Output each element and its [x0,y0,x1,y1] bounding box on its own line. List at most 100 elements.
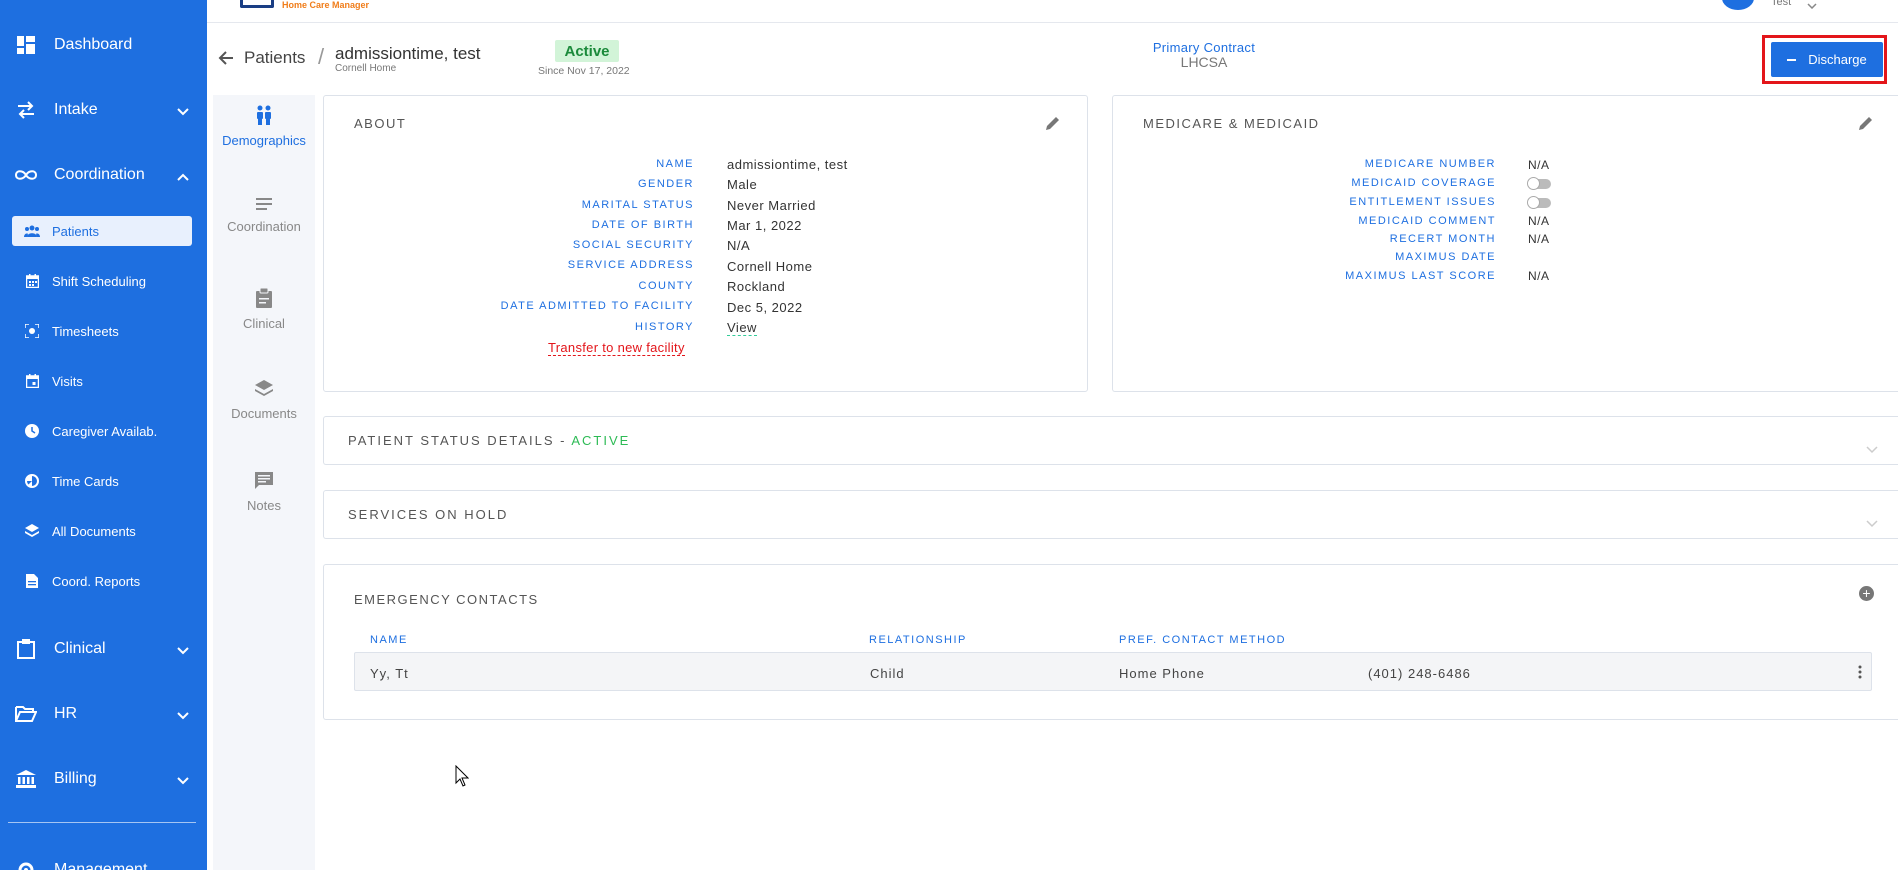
patient-status-title-text: PATIENT STATUS DETAILS - [348,433,572,448]
chevron-down-icon[interactable] [1807,0,1817,14]
chevron-down-icon[interactable] [1866,515,1878,533]
patient-status-title: PATIENT STATUS DETAILS - ACTIVE [348,433,630,448]
emergency-contacts-title: EMERGENCY CONTACTS [354,592,539,607]
about-value-county: Rockland [727,279,786,294]
sidebar-item-billing[interactable]: Billing [0,755,207,803]
about-value-ssn: N/A [727,238,751,253]
about-value-name: admissiontime, test [727,157,848,172]
sidebar-item-patients[interactable]: Patients [12,216,192,246]
chevron-down-icon [177,103,189,121]
medicare-title: MEDICARE & MEDICAID [1143,116,1320,131]
sidebar-item-management[interactable]: Management [0,846,207,870]
mouse-cursor-icon [455,764,470,792]
tab-coordination[interactable]: Coordination [213,197,315,267]
calendar-check-icon [24,373,40,389]
timesheet-icon [24,323,40,339]
contact-method: Home Phone [1119,666,1205,681]
about-label-marital-status: MARITAL STATUS [581,199,694,211]
sidebar-item-timesheets[interactable]: Timesheets [12,316,192,346]
medicare-value-number: N/A [1528,158,1550,172]
sidebar-subitem-label: Patients [52,223,99,239]
calendar-icon [24,273,40,289]
sidebar-subitem-label: Coord. Reports [52,573,141,589]
more-options-icon[interactable] [1858,665,1862,684]
edit-icon[interactable] [1858,115,1874,136]
chevron-up-icon [177,168,189,186]
sidebar-item-label: Billing [54,770,97,787]
medicare-label-maximus-date: MAXIMUS DATE [1395,251,1496,263]
medicare-label-number: MEDICARE NUMBER [1364,158,1496,170]
comment-icon [213,472,315,490]
about-label-county: COUNTY [638,280,694,292]
sidebar-item-clinical[interactable]: Clinical [0,625,207,673]
tab-clinical[interactable]: Clinical [213,288,315,358]
sidebar-subitem-label: Visits [52,373,83,389]
tab-label: Coordination [227,219,301,234]
logo-text: Home Care Manager [282,0,370,10]
about-value-service-address: Cornell Home [727,259,813,274]
sidebar-item-label: Clinical [54,640,106,657]
about-value-dob: Mar 1, 2022 [727,218,802,233]
sidebar-item-hr[interactable]: HR [0,690,207,738]
sidebar-item-shift-scheduling[interactable]: Shift Scheduling [12,266,192,296]
tab-notes[interactable]: Notes [213,472,315,542]
breadcrumb-patients[interactable]: Patients [244,48,305,68]
tab-label: Demographics [222,133,306,148]
logo-monitor-icon [240,0,274,8]
list-icon [213,197,315,211]
sidebar-item-dashboard[interactable]: Dashboard [0,21,207,69]
about-label-history: HISTORY [635,321,694,333]
discharge-button[interactable]: Discharge [1771,42,1883,77]
medicare-label-medicaid-comment: MEDICAID COMMENT [1358,215,1496,227]
column-header-name: NAME [370,634,408,646]
add-contact-icon[interactable]: + [1859,586,1874,601]
sidebar-item-visits[interactable]: Visits [12,366,192,396]
contact-name: Yy, Tt [370,666,409,681]
bank-icon [14,767,38,791]
column-header-relationship: RELATIONSHIP [869,634,967,646]
medicare-value-medicaid-comment: N/A [1528,214,1550,228]
chevron-down-icon [177,707,189,725]
chevron-down-icon[interactable] [1866,441,1878,459]
about-label-dob: DATE OF BIRTH [591,219,694,231]
discharge-label: Discharge [1808,52,1867,67]
sidebar-divider [8,822,196,823]
contact-relationship: Child [870,666,905,681]
entitlement-issues-toggle[interactable] [1527,196,1551,209]
clipboard-icon [213,288,315,308]
avatar[interactable] [1722,0,1754,10]
people-icon [24,223,40,239]
about-value-date-admitted: Dec 5, 2022 [727,300,803,315]
transfer-facility-link[interactable]: Transfer to new facility [548,340,685,356]
sidebar-subitem-label: Shift Scheduling [52,273,146,289]
sidebar-item-coord-reports[interactable]: Coord. Reports [12,566,192,596]
tab-demographics[interactable]: Demographics [213,105,315,175]
medicaid-coverage-toggle[interactable] [1527,177,1551,190]
patient-location: Cornell Home [335,63,397,74]
services-on-hold-panel[interactable] [323,490,1898,539]
file-icon [24,573,40,589]
user-name[interactable]: Test [1771,0,1791,8]
history-view-link[interactable]: View [727,320,757,336]
column-header-contact-method: PREF. CONTACT METHOD [1119,634,1287,646]
tab-label: Clinical [243,316,285,331]
sidebar-item-all-documents[interactable]: All Documents [12,516,192,546]
edit-icon[interactable] [1045,115,1061,136]
patient-status-value: ACTIVE [571,433,631,448]
sidebar-item-coordination[interactable]: Coordination [0,151,207,199]
sidebar-item-intake[interactable]: Intake [0,86,207,134]
primary-contract-value: LHCSA [1180,54,1228,70]
table-row[interactable]: Yy, Tt Child Home Phone (401) 248-6486 [354,652,1872,691]
sidebar-item-time-cards[interactable]: Time Cards [12,466,192,496]
tab-label: Documents [231,406,297,421]
emergency-contacts-card [323,564,1898,720]
clipboard-icon [14,637,38,661]
chevron-down-icon [177,772,189,790]
tab-documents[interactable]: Documents [213,380,315,450]
status-since: Since Nov 17, 2022 [538,65,630,77]
about-label-service-address: SERVICE ADDRESS [567,259,694,271]
sidebar-item-caregiver-availability[interactable]: Caregiver Availab. [12,416,192,446]
sidebar-item-label: Dashboard [54,36,133,53]
back-arrow-icon[interactable] [218,50,234,71]
about-value-marital-status: Never Married [727,198,816,213]
